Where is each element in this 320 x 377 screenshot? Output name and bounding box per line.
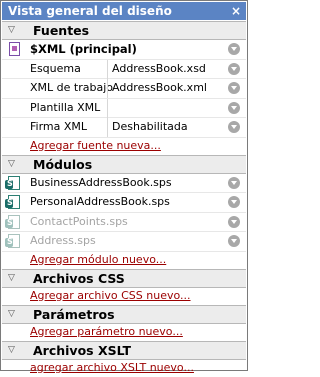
module-item[interactable]: S PersonalAddressBook.sps: [2, 193, 246, 213]
section-archivos-xslt[interactable]: ▽ Archivos XSLT: [2, 340, 246, 360]
section-label: Parámetros: [33, 306, 115, 322]
panel-titlebar: Vista general del diseño ×: [2, 2, 246, 20]
field-value[interactable]: AddressBook.xml: [112, 79, 207, 97]
module-label: PersonalAddressBook.sps: [30, 195, 170, 208]
divider: [107, 59, 108, 79]
add-xslt-link[interactable]: agregar archivo XSLT nuevo...: [30, 360, 194, 375]
chevron-down-icon[interactable]: [228, 62, 240, 75]
triangle-down-icon[interactable]: ▽: [8, 25, 15, 35]
section-archivos-css[interactable]: ▽ Archivos CSS: [2, 268, 246, 288]
sps-file-icon: S: [5, 175, 20, 190]
field-value[interactable]: Deshabilitada: [112, 118, 188, 136]
field-label: Esquema: [30, 61, 81, 75]
field-label: Plantilla XML: [30, 100, 101, 114]
triangle-down-icon[interactable]: ▽: [8, 273, 15, 283]
add-source-link[interactable]: Agregar fuente nueva...: [30, 138, 161, 153]
section-parametros[interactable]: ▽ Parámetros: [2, 304, 246, 324]
module-item[interactable]: S BusinessAddressBook.sps: [2, 174, 246, 193]
triangle-down-icon[interactable]: ▽: [8, 309, 15, 319]
field-row-plantilla-xml: Plantilla XML: [2, 98, 246, 118]
panel-content: ▽ Fuentes $XML (principal) Esquema Addre…: [2, 21, 246, 377]
module-item[interactable]: S Address.sps: [2, 232, 246, 252]
module-label: BusinessAddressBook.sps: [30, 175, 172, 189]
add-css-link[interactable]: Agregar archivo CSS nuevo...: [30, 288, 191, 303]
sps-file-icon: S: [5, 234, 20, 248]
add-parameter-link[interactable]: Agregar parámetro nuevo...: [30, 324, 183, 339]
field-label: XML de trabajo: [30, 81, 113, 94]
section-label: Módulos: [33, 156, 93, 172]
divider: [107, 79, 108, 98]
close-icon[interactable]: ×: [231, 2, 241, 20]
chevron-down-icon[interactable]: [228, 215, 240, 228]
add-css-row: Agregar archivo CSS nuevo...: [2, 288, 246, 305]
chevron-down-icon[interactable]: [228, 196, 240, 208]
xml-source-row[interactable]: $XML (principal): [2, 40, 246, 60]
field-row-firma-xml: Firma XML Deshabilitada: [2, 118, 246, 138]
section-label: Fuentes: [33, 23, 90, 38]
add-xslt-row: agregar archivo XSLT nuevo...: [2, 360, 246, 377]
triangle-down-icon[interactable]: ▽: [8, 159, 15, 169]
field-row-xml-de-trabajo: XML de trabajo AddressBook.xml: [2, 79, 246, 99]
xml-source-icon: [9, 42, 20, 56]
field-value[interactable]: AddressBook.xsd: [112, 60, 206, 78]
section-label: Archivos XSLT: [33, 342, 132, 358]
xml-source-label: $XML (principal): [30, 42, 137, 56]
chevron-down-icon[interactable]: [228, 176, 240, 189]
add-parameter-row: Agregar parámetro nuevo...: [2, 324, 246, 341]
panel-title: Vista general del diseño: [8, 4, 172, 18]
module-label: ContactPoints.sps: [30, 214, 128, 228]
add-source-row: Agregar fuente nueva...: [2, 138, 246, 155]
field-row-esquema: Esquema AddressBook.xsd: [2, 59, 246, 79]
module-item[interactable]: S ContactPoints.sps: [2, 213, 246, 232]
module-label: Address.sps: [30, 234, 96, 247]
add-module-row: Agregar módulo nuevo...: [2, 252, 246, 269]
sps-file-icon: S: [5, 195, 20, 209]
field-label: Firma XML: [30, 120, 88, 133]
chevron-down-icon[interactable]: [228, 235, 240, 247]
design-overview-panel: Vista general del diseño × ▽ Fuentes $XM…: [0, 0, 248, 374]
divider: [107, 118, 108, 137]
sps-file-icon: S: [5, 214, 20, 229]
section-label: Archivos CSS: [33, 270, 125, 286]
section-fuentes[interactable]: ▽ Fuentes: [2, 21, 246, 40]
triangle-down-icon[interactable]: ▽: [8, 345, 15, 355]
chevron-down-icon[interactable]: [228, 101, 240, 114]
chevron-down-icon[interactable]: [228, 82, 240, 94]
chevron-down-icon[interactable]: [228, 121, 240, 133]
add-module-link[interactable]: Agregar módulo nuevo...: [30, 252, 166, 267]
chevron-down-icon[interactable]: [228, 43, 240, 55]
divider: [107, 98, 108, 118]
section-modulos[interactable]: ▽ Módulos: [2, 154, 246, 174]
